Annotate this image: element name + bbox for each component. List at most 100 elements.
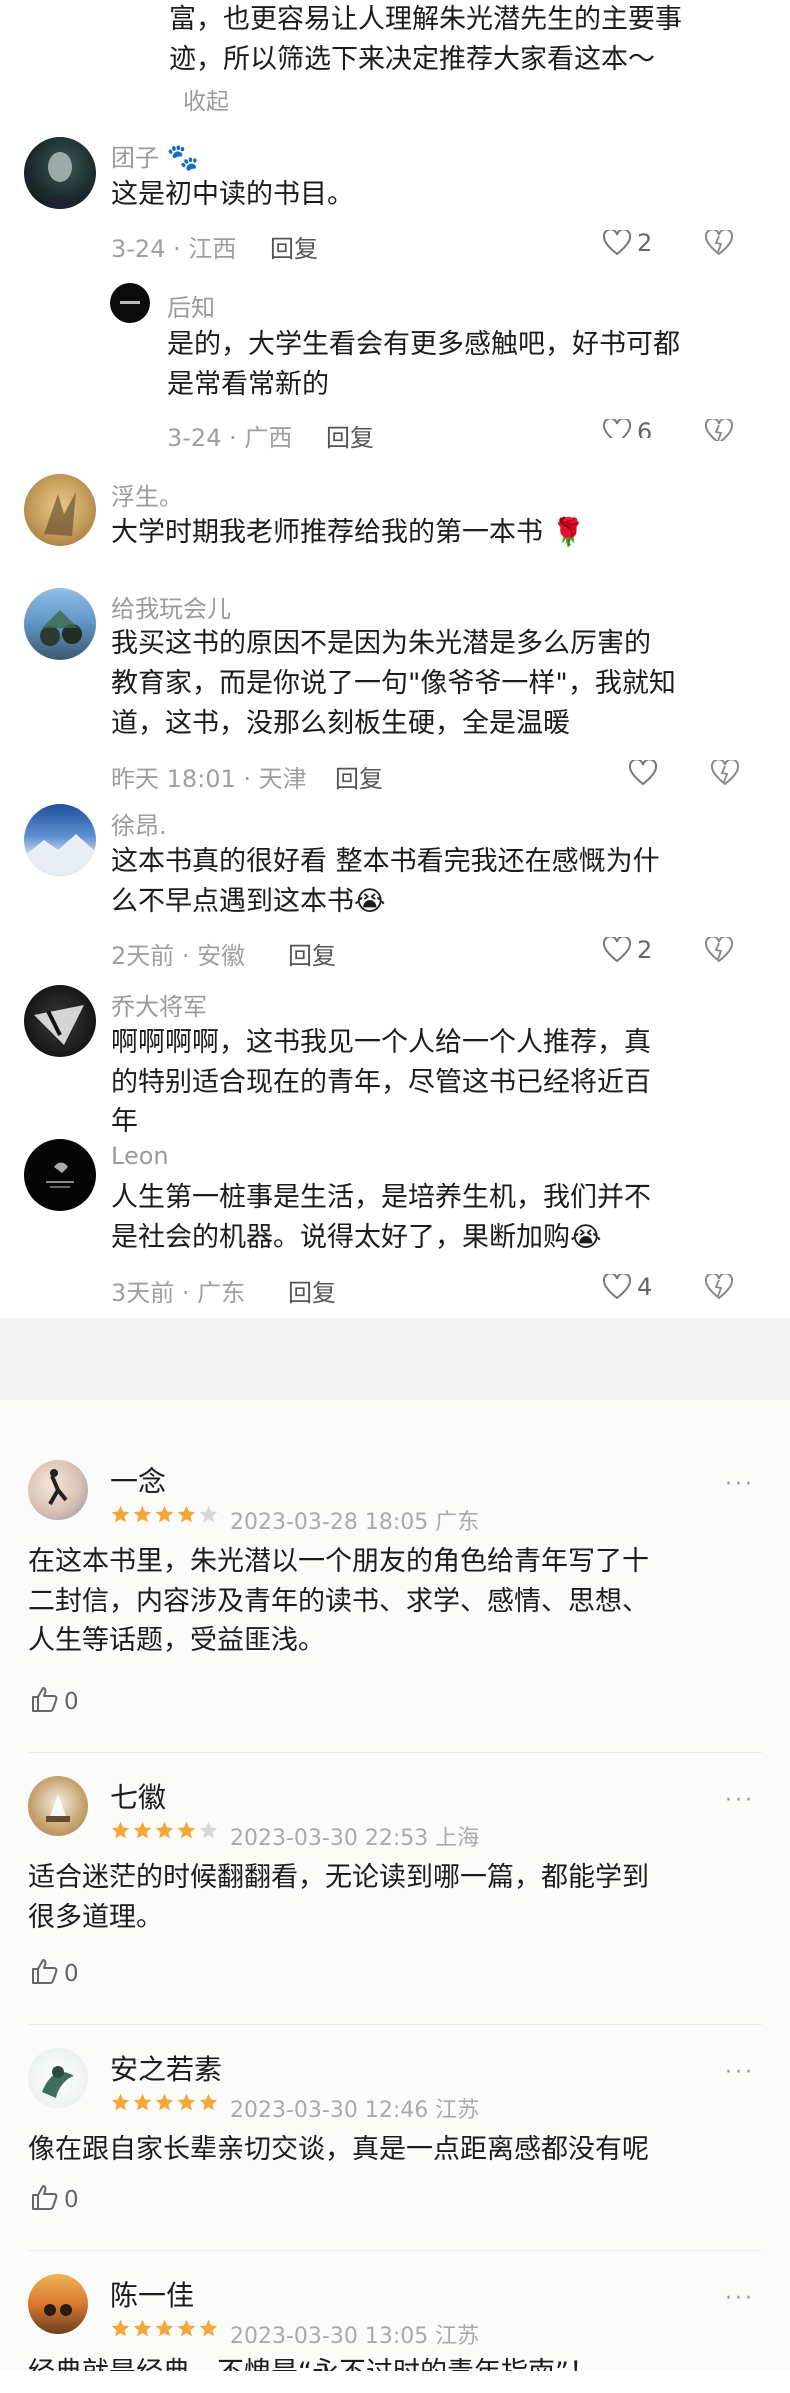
like-count: 0 (64, 1689, 79, 1715)
comment-meta: 3-24 · 江西 (111, 235, 237, 263)
reviewer-name[interactable]: 一念 (110, 1460, 166, 1500)
like-count: 2 (637, 229, 653, 257)
review-text-line: 像在跟自家长辈亲切交谈，真是一点距离感都没有呢 (28, 2134, 649, 2165)
avatar[interactable] (24, 137, 96, 209)
review-text-line: 人生等话题，受益匪浅。 (28, 1625, 325, 1656)
reply-button[interactable]: 回复 (335, 759, 383, 794)
author-name[interactable]: 乔大将军 (111, 987, 207, 1022)
heart-icon (603, 230, 631, 256)
like-button[interactable] (629, 760, 663, 786)
like-count: 6 (637, 418, 653, 446)
comment-text-line: 是的，大学生看会有更多感触吧，好书可都 (167, 329, 680, 360)
like-count: 0 (64, 1961, 79, 1987)
like-button[interactable]: 0 (30, 2183, 79, 2217)
like-count: 0 (64, 2187, 79, 2213)
review-text-line: 经典就是经典，不愧是“永不过时的青年指南”！ (28, 2357, 596, 2388)
review-meta: 2023-03-30 13:05 江苏 (230, 2324, 480, 2349)
review-text-line: 适合迷茫的时候翻翻看，无论读到哪一篇，都能学到 (28, 1862, 649, 1893)
reply-button[interactable]: 回复 (288, 1273, 336, 1308)
divider (28, 2250, 762, 2251)
heart-icon (629, 760, 657, 786)
avatar[interactable] (110, 283, 150, 323)
comment-text-line: 是常看常新的 (167, 369, 329, 400)
comment-author[interactable]: 团子 🐾 (111, 138, 199, 173)
avatar[interactable] (28, 1776, 88, 1836)
comment-text-line: 是社会的机器。说得太好了，果断加购😭 (111, 1222, 602, 1253)
comment-meta: 昨天 18:01 · 天津 (111, 765, 307, 793)
like-button[interactable]: 0 (30, 1957, 79, 1991)
star-filled-icon (155, 2093, 174, 2111)
more-options-button[interactable]: ··· (725, 2286, 755, 2311)
author-name: 团子 (111, 144, 159, 172)
star-filled-icon (133, 1821, 152, 1839)
like-button[interactable]: 2 (603, 936, 652, 964)
comment-text-line: 迹，所以筛选下来决定推荐大家看这本～ (169, 44, 655, 75)
more-options-button[interactable]: ··· (725, 2060, 755, 2085)
collapse-button[interactable]: 收起 (183, 82, 229, 116)
star-filled-icon (199, 2093, 218, 2111)
like-count: 2 (637, 936, 653, 964)
avatar[interactable] (24, 588, 96, 660)
review-text-line: 在这本书里，朱光潜以一个朋友的角色给青年写了十 (28, 1546, 649, 1577)
star-filled-icon (111, 2319, 130, 2337)
like-button[interactable]: 6 (603, 418, 653, 446)
author-name[interactable]: 浮生。 (111, 477, 183, 512)
author-name[interactable]: 徐昂. (111, 806, 167, 841)
review-meta: 2023-03-30 12:46 江苏 (230, 2098, 480, 2123)
comment-text-line: 年 (111, 1106, 138, 1137)
star-filled-icon (133, 2319, 152, 2337)
star-filled-icon (177, 1821, 196, 1839)
heart-icon (603, 937, 631, 963)
rating-stars (110, 2092, 219, 2113)
star-filled-icon (199, 2319, 218, 2337)
reviewer-name[interactable]: 陈一佳 (110, 2274, 194, 2314)
like-button[interactable]: 4 (603, 1273, 652, 1301)
avatar[interactable] (28, 1460, 88, 1520)
avatar[interactable] (24, 985, 96, 1057)
star-filled-icon (155, 2319, 174, 2337)
like-button[interactable]: 0 (30, 1685, 79, 1719)
star-filled-icon (133, 2093, 152, 2111)
comment-meta: 3-24 · 广西 (167, 424, 293, 452)
author-name[interactable]: Leon (111, 1142, 169, 1170)
like-count: 4 (637, 1273, 653, 1301)
review-section: 一念 2023-03-28 18:05 广东 ··· 在这本书里，朱光潜以一个朋… (0, 1400, 790, 2371)
review-meta: 2023-03-28 18:05 广东 (230, 1510, 480, 1535)
comment-meta: 3天前 · 广东 (111, 1279, 246, 1307)
reply-button[interactable]: 回复 (288, 936, 336, 971)
reply-button[interactable]: 回复 (270, 229, 318, 264)
star-filled-icon (111, 1505, 130, 1523)
dislike-icon[interactable] (704, 1272, 734, 1304)
author-name[interactable]: 后知 (167, 288, 215, 323)
review-text-line: 二封信，内容涉及青年的读书、求学、感情、思想、 (28, 1586, 649, 1617)
comment-text-line: 道，这书，没那么刻板生硬，全是温暖 (111, 708, 570, 739)
avatar[interactable] (24, 804, 96, 876)
star-filled-icon (133, 1505, 152, 1523)
avatar[interactable] (28, 2048, 88, 2108)
star-filled-icon (111, 2093, 130, 2111)
thumbs-up-icon (30, 2183, 58, 2217)
star-filled-icon (177, 2319, 196, 2337)
dislike-icon[interactable] (704, 228, 734, 260)
author-name[interactable]: 给我玩会儿 (111, 589, 231, 624)
avatar[interactable] (24, 474, 96, 546)
avatar[interactable] (28, 2274, 88, 2334)
comment-text-line: 教育家，而是你说了一句"像爷爷一样"，我就知 (111, 668, 676, 699)
reviewer-name[interactable]: 七徽 (110, 1776, 166, 1816)
dislike-icon[interactable] (710, 758, 740, 790)
section-separator (0, 1318, 790, 1400)
avatar[interactable] (24, 1139, 96, 1211)
more-options-button[interactable]: ··· (725, 1472, 755, 1497)
rating-stars (110, 1504, 219, 1525)
reviewer-name[interactable]: 安之若素 (110, 2048, 222, 2088)
dislike-icon[interactable] (704, 935, 734, 967)
review-text-line: 很多道理。 (28, 1902, 163, 1933)
dislike-icon[interactable] (705, 419, 733, 441)
comment-meta: 2天前 · 安徽 (111, 942, 246, 970)
star-empty-icon (199, 1821, 218, 1839)
comment-text-line: 人生第一桩事是生活，是培养生机，我们并不 (111, 1182, 651, 1213)
like-button[interactable]: 2 (603, 229, 652, 257)
more-options-button[interactable]: ··· (725, 1788, 755, 1813)
reply-button[interactable]: 回复 (326, 418, 374, 453)
comment-text-line: 这是初中读的书目。 (111, 179, 354, 210)
